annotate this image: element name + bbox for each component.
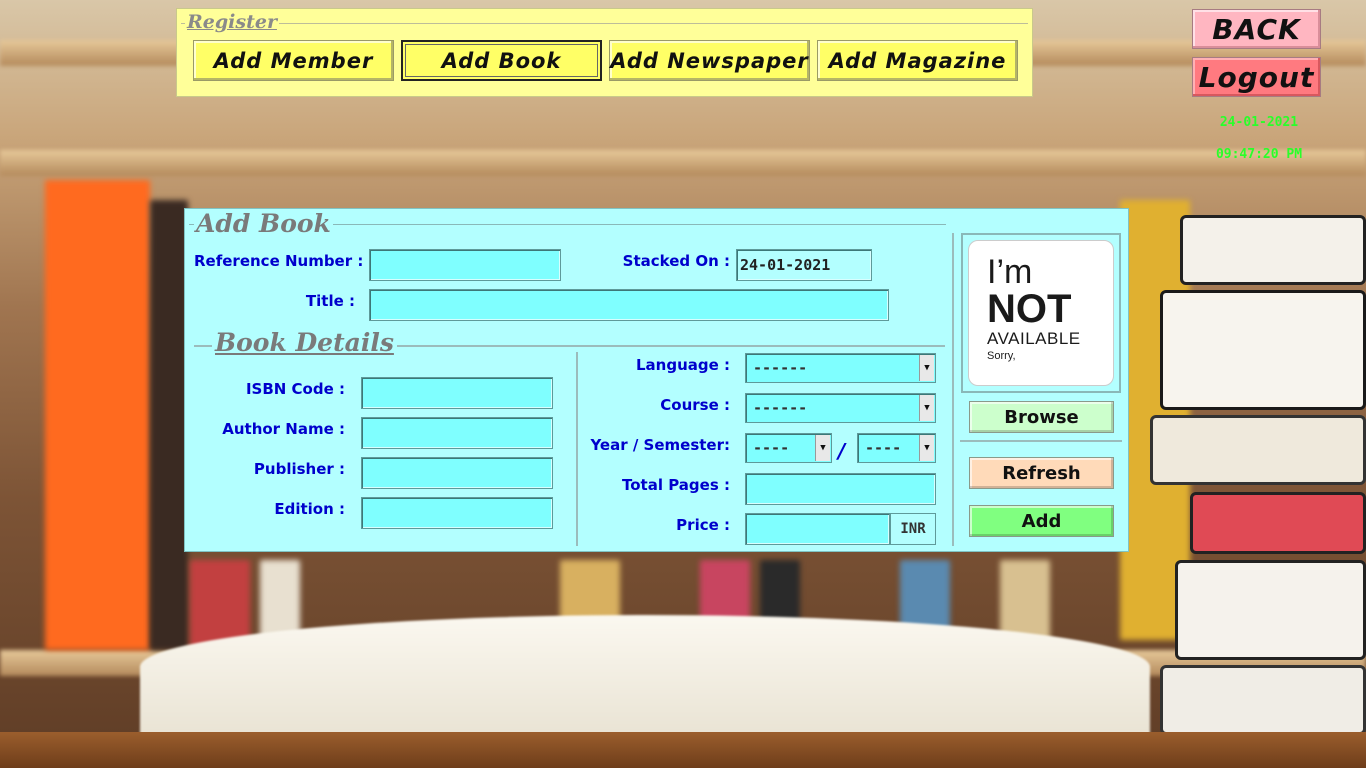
current-date: 24-01-2021 — [1219, 115, 1299, 130]
chevron-down-icon[interactable]: ▼ — [919, 355, 934, 381]
year-select[interactable]: ---- ▼ — [745, 433, 832, 463]
publisher-input[interactable] — [361, 457, 553, 489]
language-label: Language : — [635, 356, 730, 374]
semester-selected-value: ---- — [865, 439, 902, 457]
price-label: Price : — [676, 516, 730, 534]
add-book-panel: Add Book Reference Number : Stacked On :… — [184, 208, 1129, 552]
total-pages-label: Total Pages : — [622, 476, 730, 494]
publisher-label: Publisher : — [253, 460, 345, 478]
book-cover-image: I’m NOT AVAILABLE Sorry, — [961, 233, 1121, 393]
isbn-code-input[interactable] — [361, 377, 553, 409]
currency-badge: INR — [890, 513, 936, 545]
back-button[interactable]: BACK — [1192, 9, 1321, 49]
stacked-on-label: Stacked On : — [622, 252, 730, 270]
register-panel: Register Add Member Add Book Add Newspap… — [176, 8, 1033, 97]
add-newspaper-button[interactable]: Add Newspaper — [609, 40, 810, 81]
register-divider — [181, 23, 1028, 24]
author-name-label: Author Name : — [222, 420, 345, 438]
add-magazine-button[interactable]: Add Magazine — [817, 40, 1018, 81]
isbn-code-label: ISBN Code : — [245, 380, 345, 398]
image-column-divider — [952, 233, 954, 546]
image-not-available-placeholder: I’m NOT AVAILABLE Sorry, — [968, 240, 1114, 386]
reference-number-label: Reference Number : — [194, 252, 364, 270]
edition-input[interactable] — [361, 497, 553, 529]
add-book-button[interactable]: Add Book — [401, 40, 602, 81]
year-semester-separator: / — [838, 439, 846, 463]
current-time: 09:47:20 PM — [1215, 147, 1303, 162]
placeholder-line-2: NOT — [987, 287, 1072, 331]
total-pages-input[interactable] — [745, 473, 936, 505]
browse-button[interactable]: Browse — [969, 401, 1114, 433]
column-divider — [576, 352, 578, 546]
language-select[interactable]: ------ ▼ — [745, 353, 936, 383]
title-input[interactable] — [369, 289, 889, 321]
placeholder-line-4: Sorry, — [987, 350, 1016, 362]
language-selected-value: ------ — [753, 359, 808, 377]
chevron-down-icon[interactable]: ▼ — [919, 435, 934, 461]
placeholder-line-1: I’m — [987, 253, 1033, 291]
logout-button[interactable]: Logout — [1192, 57, 1321, 97]
course-label: Course : — [660, 396, 730, 414]
add-member-button[interactable]: Add Member — [193, 40, 394, 81]
chevron-down-icon[interactable]: ▼ — [919, 395, 934, 421]
author-name-input[interactable] — [361, 417, 553, 449]
course-selected-value: ------ — [753, 399, 808, 417]
course-select[interactable]: ------ ▼ — [745, 393, 936, 423]
year-semester-label: Year / Semester: — [590, 436, 730, 454]
price-input[interactable] — [745, 513, 890, 545]
add-book-title: Add Book — [194, 209, 333, 238]
refresh-button[interactable]: Refresh — [969, 457, 1114, 489]
book-details-title: Book Details — [212, 328, 397, 357]
edition-label: Edition : — [274, 500, 345, 518]
title-label: Title : — [305, 292, 355, 310]
actions-divider — [960, 440, 1122, 442]
add-button[interactable]: Add — [969, 505, 1114, 537]
reference-number-input[interactable] — [369, 249, 561, 281]
stacked-on-input[interactable]: 24-01-2021 — [736, 249, 872, 281]
register-legend: Register — [185, 11, 279, 33]
semester-select[interactable]: ---- ▼ — [857, 433, 936, 463]
placeholder-line-3: AVAILABLE — [987, 329, 1081, 348]
chevron-down-icon[interactable]: ▼ — [815, 435, 830, 461]
year-selected-value: ---- — [753, 439, 790, 457]
